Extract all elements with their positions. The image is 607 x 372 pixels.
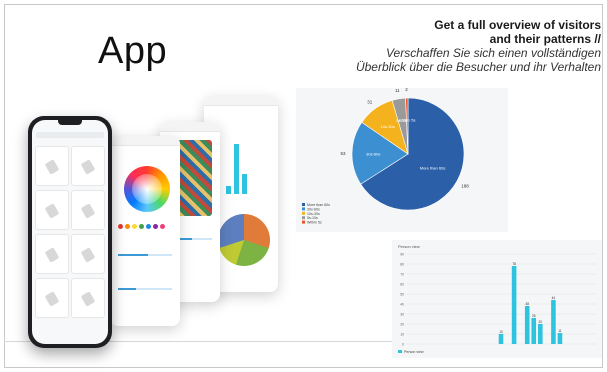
legend-label: 5s-10s xyxy=(307,216,318,220)
color-wheel[interactable] xyxy=(124,166,170,212)
mini-bar xyxy=(242,174,247,194)
tick-label: 90 xyxy=(400,252,404,256)
data-label: 188 xyxy=(461,183,469,188)
status-bar xyxy=(160,122,220,132)
data-label: 44 xyxy=(552,296,556,300)
mini-pie xyxy=(218,214,270,266)
legend-swatch xyxy=(302,220,305,224)
data-label: 26 xyxy=(532,314,536,318)
data-label: 11 xyxy=(558,329,562,333)
lamp-tile[interactable] xyxy=(71,234,105,274)
filter-bar xyxy=(36,132,104,138)
data-label: 20 xyxy=(539,320,543,324)
color-swatches xyxy=(118,224,165,229)
phone-device xyxy=(28,116,112,348)
spotlight-icon xyxy=(80,247,96,263)
bar xyxy=(531,318,537,344)
tick-label: 10 xyxy=(400,332,404,336)
headline-en-line-1: Get a full overview of visitors xyxy=(434,18,601,32)
data-label: 11 xyxy=(395,88,400,93)
lamp-tile[interactable] xyxy=(35,278,69,318)
mini-bar xyxy=(234,144,239,194)
intensity-slider[interactable] xyxy=(118,288,172,290)
data-label: 78 xyxy=(512,262,516,266)
legend-swatch xyxy=(302,207,305,211)
mini-bar xyxy=(226,186,231,194)
tick-label: 40 xyxy=(400,302,404,306)
slice-label: Within 5s xyxy=(399,117,415,122)
pie-chart: More than 60s 188 30s-60s 53 10s-30s 31 5s-10s… xyxy=(302,88,469,225)
slice-label: 10s-30s xyxy=(380,124,394,129)
bar-chart: Person view01020304050607080901078382620… xyxy=(398,244,596,354)
tick-label: 60 xyxy=(400,282,404,286)
app-screens-illustration xyxy=(24,96,284,356)
status-bar xyxy=(204,96,278,106)
legend-swatch xyxy=(302,203,305,206)
legend-swatch xyxy=(398,350,402,353)
spotlight-icon xyxy=(44,247,60,263)
headline-block: Get a full overview of visitors and thei… xyxy=(271,18,601,74)
legend-label: Person view xyxy=(404,350,424,354)
data-label: 2 xyxy=(405,88,408,92)
legend-label: 30s-60s xyxy=(307,207,320,211)
tick-label: 20 xyxy=(400,322,404,326)
lamp-tile[interactable] xyxy=(35,190,69,230)
color-picker-screen xyxy=(110,136,180,326)
lamp-tile[interactable] xyxy=(71,278,105,318)
legend-label: 10s-30s xyxy=(307,212,320,216)
tick-label: 30 xyxy=(400,312,404,316)
lamp-tile[interactable] xyxy=(35,234,69,274)
slice-label: 30s-60s xyxy=(366,151,380,156)
headline-de-line-2: Überblick über die Besucher und ihr Verh… xyxy=(355,60,601,74)
legend-swatch xyxy=(302,211,305,215)
slice-label: More than 60s xyxy=(420,165,446,170)
legend-swatch xyxy=(302,216,305,220)
data-label: 31 xyxy=(367,99,373,104)
tick-label: 0 xyxy=(402,342,404,346)
spotlight-icon xyxy=(44,291,60,307)
chart-title: Person view xyxy=(398,244,420,249)
temperature-slider[interactable] xyxy=(118,254,172,256)
bar xyxy=(557,333,563,344)
spotlight-icon xyxy=(80,203,96,219)
bar xyxy=(498,334,504,344)
spotlight-icon xyxy=(80,291,96,307)
tick-label: 70 xyxy=(400,272,404,276)
spotlight-icon xyxy=(44,159,60,175)
status-bar xyxy=(110,136,180,146)
spotlight-icon xyxy=(44,203,60,219)
data-label: 53 xyxy=(341,151,347,156)
page-title: App xyxy=(98,30,168,72)
bar xyxy=(551,300,556,344)
spotlight-icon xyxy=(80,159,96,175)
lamp-tile[interactable] xyxy=(35,146,69,186)
phone-notch xyxy=(58,120,82,125)
lamp-tile[interactable] xyxy=(71,146,105,186)
bar xyxy=(511,266,517,344)
bar xyxy=(538,324,543,344)
headline-en-line-2: and their patterns // xyxy=(489,32,601,46)
bar xyxy=(524,306,530,344)
tick-label: 80 xyxy=(400,262,404,266)
bar-chart-panel: Person view 0 10 20 30 40 50 60 70 80 90 10 78 38 26 20… xyxy=(392,240,602,358)
legend-label: Within 5s xyxy=(307,221,322,225)
headline-de-line-1: Verschaffen Sie sich einen vollständigen xyxy=(385,46,601,60)
phone-screen xyxy=(32,120,108,344)
data-label: 10 xyxy=(499,330,503,334)
lamp-tile[interactable] xyxy=(71,190,105,230)
tick-label: 50 xyxy=(400,292,404,296)
legend-label: More than 60s xyxy=(307,203,330,207)
pie-chart-panel: More than 60s 188 30s-60s 53 10s-30s 31 5s-10s… xyxy=(296,88,508,232)
data-label: 38 xyxy=(525,302,529,306)
